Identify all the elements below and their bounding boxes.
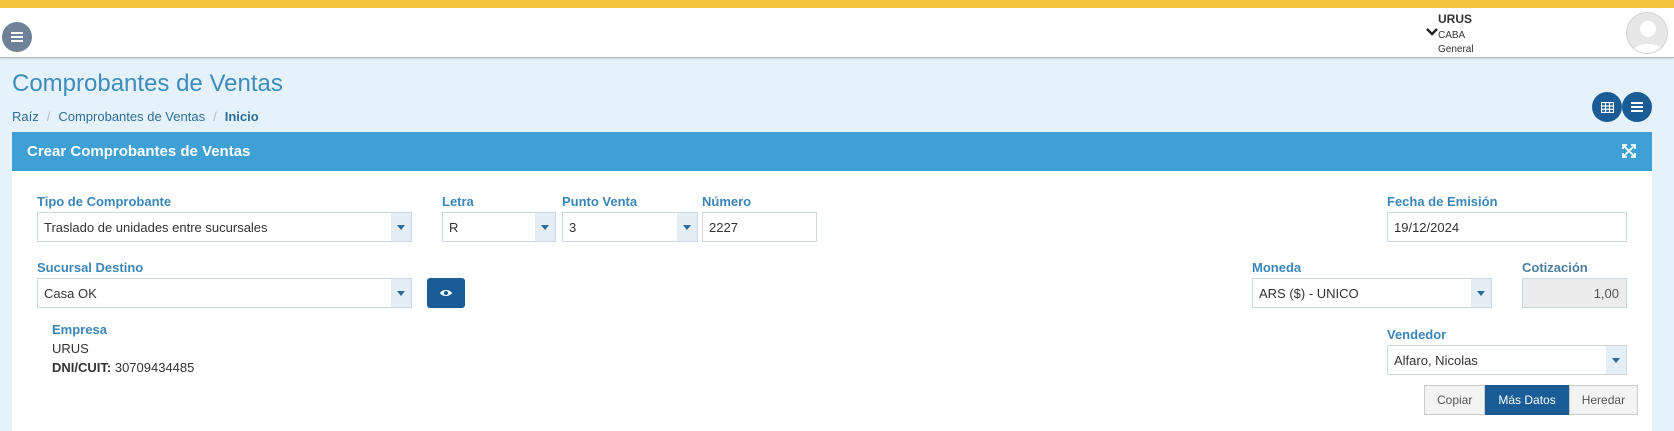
letra-label: Letra — [442, 194, 474, 209]
dni-value: 30709434485 — [114, 360, 195, 375]
numero-input[interactable]: 2227 — [702, 212, 817, 242]
mas-datos-button[interactable]: Más Datos — [1485, 385, 1569, 415]
caret-down-icon — [1606, 346, 1626, 374]
heredar-button[interactable]: Heredar — [1568, 385, 1639, 415]
caret-down-icon — [391, 213, 411, 241]
organization-selector[interactable]: URUS CABA General — [1426, 10, 1546, 58]
vendedor-value: Alfaro, Nicolas — [1394, 353, 1478, 368]
caret-down-icon — [535, 213, 555, 241]
action-button-group: Copiar Más Datos Heredar — [1424, 385, 1639, 415]
fecha-emision-label: Fecha de Emisión — [1387, 194, 1498, 209]
punto-venta-value: 3 — [569, 220, 577, 235]
letra-value: R — [449, 220, 459, 235]
vendedor-select[interactable]: Alfaro, Nicolas — [1387, 345, 1627, 375]
panel-header: Crear Comprobantes de Ventas — [12, 132, 1652, 171]
list-icon — [1631, 102, 1643, 112]
breadcrumb-current: Inicio — [224, 109, 259, 124]
sucursal-destino-label: Sucursal Destino — [37, 260, 144, 275]
empresa-label: Empresa — [52, 322, 107, 337]
grid-view-button[interactable] — [1592, 92, 1622, 122]
tipo-comprobante-select[interactable]: Traslado de unidades entre sucursales — [37, 212, 412, 242]
numero-label: Número — [702, 194, 752, 209]
cotizacion-field: 1,00 — [1522, 278, 1627, 308]
moneda-value: ARS ($) - UNICO — [1259, 286, 1359, 301]
empresa-info: Empresa URUS DNI/CUIT: 30709434485 — [52, 320, 194, 377]
page-title: Comprobantes de Ventas — [12, 70, 283, 97]
avatar[interactable] — [1626, 12, 1668, 54]
letra-select[interactable]: R — [442, 212, 556, 242]
sucursal-destino-select[interactable]: Casa OK — [37, 278, 412, 308]
list-view-button[interactable] — [1622, 92, 1652, 122]
caret-down-icon — [391, 279, 411, 307]
top-bar: URUS CABA General — [0, 8, 1674, 58]
vendedor-label: Vendedor — [1387, 327, 1447, 342]
grid-icon — [1600, 101, 1614, 113]
copiar-button[interactable]: Copiar — [1424, 385, 1486, 415]
cotizacion-label: Cotización — [1522, 260, 1588, 275]
punto-venta-label: Punto Venta — [562, 194, 638, 209]
empresa-name: URUS — [52, 341, 89, 356]
panel-title: Crear Comprobantes de Ventas — [27, 143, 251, 160]
empresa-dni-row: DNI/CUIT: 30709434485 — [52, 358, 194, 377]
breadcrumb: Raíz / Comprobantes de Ventas / Inicio — [12, 109, 259, 124]
breadcrumb-separator: / — [46, 109, 51, 124]
caret-down-icon — [1471, 279, 1491, 307]
org-name: URUS — [1438, 12, 1473, 26]
avatar-icon — [1632, 21, 1664, 53]
punto-venta-select[interactable]: 3 — [562, 212, 698, 242]
view-sucursal-button[interactable] — [427, 278, 465, 308]
breadcrumb-root[interactable]: Raíz — [12, 109, 39, 124]
breadcrumb-separator: / — [213, 109, 217, 124]
dni-label: DNI/CUIT: — [52, 360, 112, 375]
expand-icon[interactable] — [1622, 144, 1636, 158]
sucursal-destino-value: Casa OK — [44, 286, 97, 301]
top-accent-strip — [0, 0, 1674, 8]
tipo-comprobante-label: Tipo de Comprobante — [37, 194, 172, 209]
breadcrumb-section[interactable]: Comprobantes de Ventas — [58, 109, 205, 124]
moneda-select[interactable]: ARS ($) - UNICO — [1252, 278, 1492, 308]
org-branch: General — [1438, 44, 1474, 55]
tipo-comprobante-value: Traslado de unidades entre sucursales — [44, 220, 268, 235]
eye-icon — [440, 290, 452, 296]
menu-icon — [11, 32, 23, 42]
chevron-down-icon — [1426, 28, 1438, 36]
menu-button[interactable] — [2, 22, 32, 52]
caret-down-icon — [677, 213, 697, 241]
moneda-label: Moneda — [1252, 260, 1302, 275]
org-city: CABA — [1438, 30, 1466, 41]
fecha-emision-input[interactable]: 19/12/2024 — [1387, 212, 1627, 242]
